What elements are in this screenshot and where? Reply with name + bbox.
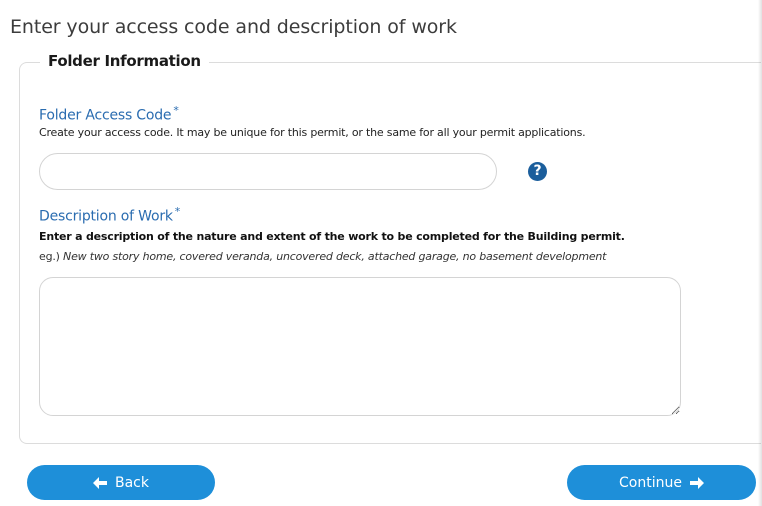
description-label: Description of Work * xyxy=(39,205,180,225)
example-text: New two story home, covered veranda, unc… xyxy=(63,250,607,263)
question-circle-icon[interactable]: ? xyxy=(528,162,547,181)
access-code-hint: Create your access code. It may be uniqu… xyxy=(39,126,586,139)
permit-form-page: Enter your access code and description o… xyxy=(0,0,762,506)
fieldset-legend: Folder Information xyxy=(40,52,209,70)
continue-button-label: Continue xyxy=(619,474,682,491)
description-hint: Enter a description of the nature and ex… xyxy=(39,230,625,243)
arrow-right-icon xyxy=(689,476,704,489)
back-button-label: Back xyxy=(115,474,149,491)
access-code-input[interactable] xyxy=(39,153,497,190)
window-edge-shadow xyxy=(758,0,762,506)
back-button[interactable]: Back xyxy=(27,465,215,500)
continue-button[interactable]: Continue xyxy=(567,465,756,500)
page-title: Enter your access code and description o… xyxy=(10,16,457,38)
arrow-left-icon xyxy=(93,476,107,489)
required-marker: * xyxy=(174,205,181,218)
access-code-label-text: Folder Access Code xyxy=(39,107,172,124)
example-prefix: eg.) xyxy=(39,250,60,263)
required-marker: * xyxy=(173,104,179,117)
access-code-label: Folder Access Code * xyxy=(39,104,179,124)
description-example: eg.) New two story home, covered veranda… xyxy=(39,250,606,263)
description-textarea[interactable] xyxy=(39,277,681,416)
description-label-text: Description of Work xyxy=(39,208,173,225)
